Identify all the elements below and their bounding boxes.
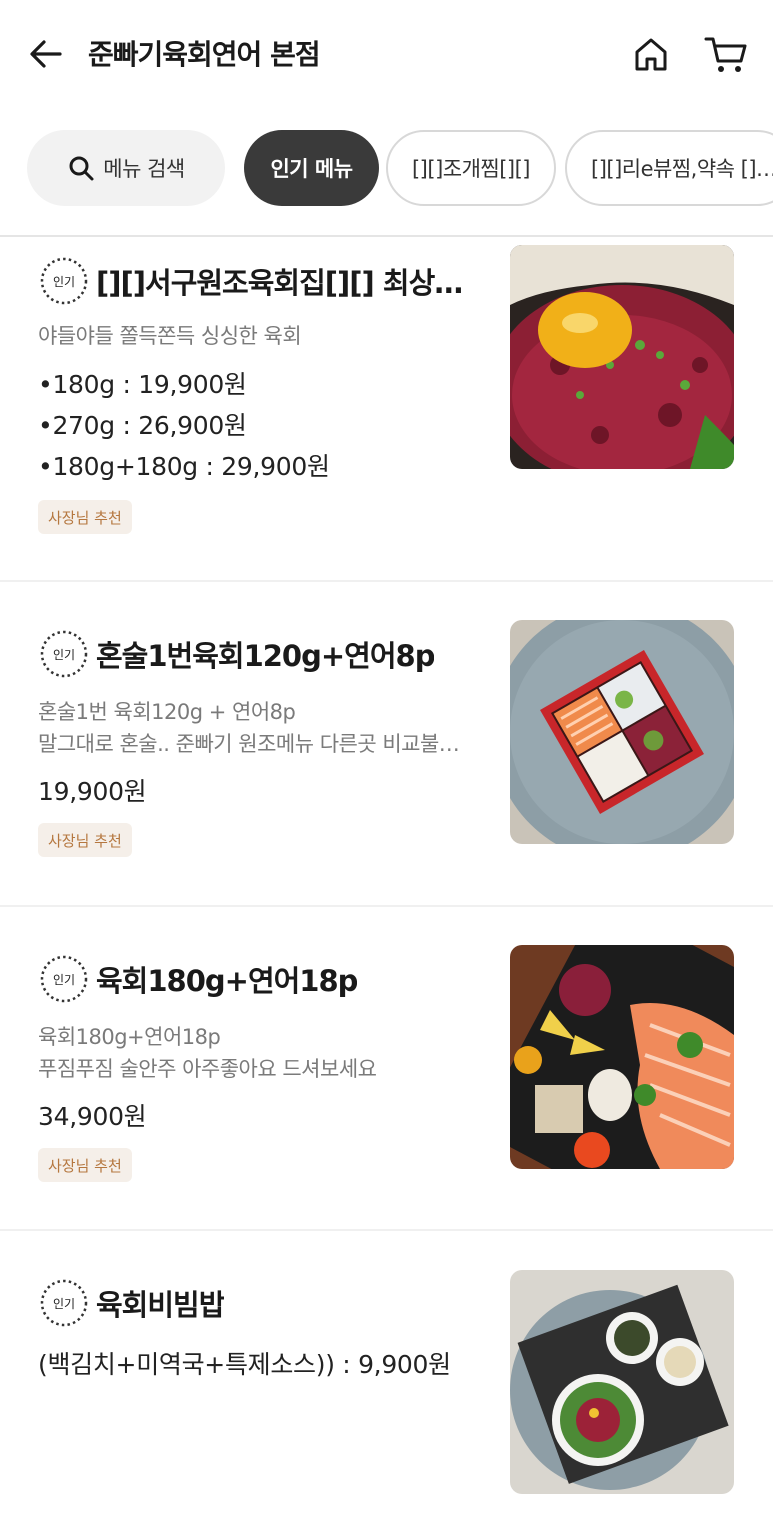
popular-badge-icon: 인기 [38, 628, 90, 680]
menu-item-description: 말그대로 혼술.. 준빠기 원조메뉴 다른곳 비교불… [38, 732, 460, 756]
tab-label: 인기 메뉴 [270, 157, 353, 181]
menu-item[interactable]: 인기 [][]서구원조육회집[][] 최상급… 야들야들 쫄득쫀득 싱싱한 육회… [0, 237, 773, 582]
menu-item-name: 육회180g+연어18p [96, 964, 358, 998]
menu-item-description: 혼술1번 육회120g + 연어8p [38, 700, 296, 724]
menu-item-photo[interactable] [510, 620, 734, 844]
menu-item-price: 19,900원 [38, 777, 147, 806]
menu-item-price: •270g : 26,900원 [38, 411, 247, 440]
menu-item[interactable]: 인기 육회비빔밥 (백김치+미역국+특제소스)) : 9,900원 [0, 1231, 773, 1535]
popular-badge-label: 인기 [52, 274, 76, 289]
top-bar: 준빠기육회연어 본점 [0, 0, 773, 108]
menu-item-price: •180g+180g : 29,900원 [38, 452, 330, 481]
tab-label: [][]리e뷰찜,약속 []… [591, 157, 773, 181]
menu-item-price: •180g : 19,900원 [38, 370, 247, 399]
popular-badge-label: 인기 [52, 972, 76, 987]
tab-clam-steam[interactable]: [][]조개찜[][] [386, 130, 556, 206]
menu-item-description: 푸짐푸짐 술안주 아주좋아요 드셔보세요 [38, 1057, 377, 1081]
menu-item-description: 육회180g+연어18p [38, 1025, 221, 1049]
menu-item-price: 34,900원 [38, 1102, 147, 1131]
menu-item[interactable]: 인기 혼술1번육회120g+연어8p 혼술1번 육회120g + 연어8p 말그… [0, 582, 773, 907]
store-title: 준빠기육회연어 본점 [88, 38, 321, 71]
owner-recommend-tag: 사장님 추천 [38, 500, 132, 534]
menu-item-name-row: 인기 혼술1번육회120g+연어8p [38, 628, 434, 680]
menu-search-button[interactable]: 메뉴 검색 [27, 130, 225, 206]
menu-item-name: [][]서구원조육회집[][] 최상급… [96, 266, 466, 300]
tab-review-event[interactable]: [][]리e뷰찜,약속 []… [565, 130, 773, 206]
popular-badge-icon: 인기 [38, 1277, 90, 1329]
popular-badge-label: 인기 [52, 647, 76, 662]
menu-item-name: 혼술1번육회120g+연어8p [96, 639, 435, 673]
owner-recommend-tag: 사장님 추천 [38, 823, 132, 857]
app-root: 준빠기육회연어 본점 메뉴 검색 인기 메뉴 [][]조개찜[][] [][]리… [0, 0, 773, 1535]
popular-badge-icon: 인기 [38, 953, 90, 1005]
menu-item-photo[interactable] [510, 945, 734, 1169]
search-label: 메뉴 검색 [103, 157, 185, 181]
cart-icon[interactable] [703, 33, 749, 75]
category-tab-bar: 메뉴 검색 인기 메뉴 [][]조개찜[][] [][]리e뷰찜,약속 []… [0, 130, 773, 208]
owner-recommend-tag: 사장님 추천 [38, 1148, 132, 1182]
menu-item-photo[interactable] [510, 245, 734, 469]
menu-item-description: 야들야들 쫄득쫀득 싱싱한 육회 [38, 324, 302, 348]
menu-item-name-row: 인기 [][]서구원조육회집[][] 최상급… [38, 255, 466, 307]
menu-item-name: 육회비빔밥 [96, 1288, 225, 1322]
menu-item-photo[interactable] [510, 1270, 734, 1494]
menu-item-name-row: 인기 육회180g+연어18p [38, 953, 357, 1005]
menu-item[interactable]: 인기 육회180g+연어18p 육회180g+연어18p 푸짐푸짐 술안주 아주… [0, 907, 773, 1231]
back-arrow-icon[interactable] [26, 34, 66, 74]
popular-badge-icon: 인기 [38, 255, 90, 307]
search-icon [69, 156, 94, 181]
home-icon[interactable] [630, 33, 672, 75]
menu-item-name-row: 인기 육회비빔밥 [38, 1277, 224, 1329]
tab-popular-menu[interactable]: 인기 메뉴 [244, 130, 379, 206]
popular-badge-label: 인기 [52, 1296, 76, 1311]
menu-item-price: (백김치+미역국+특제소스)) : 9,900원 [38, 1350, 451, 1379]
tab-label: [][]조개찜[][] [411, 157, 531, 181]
